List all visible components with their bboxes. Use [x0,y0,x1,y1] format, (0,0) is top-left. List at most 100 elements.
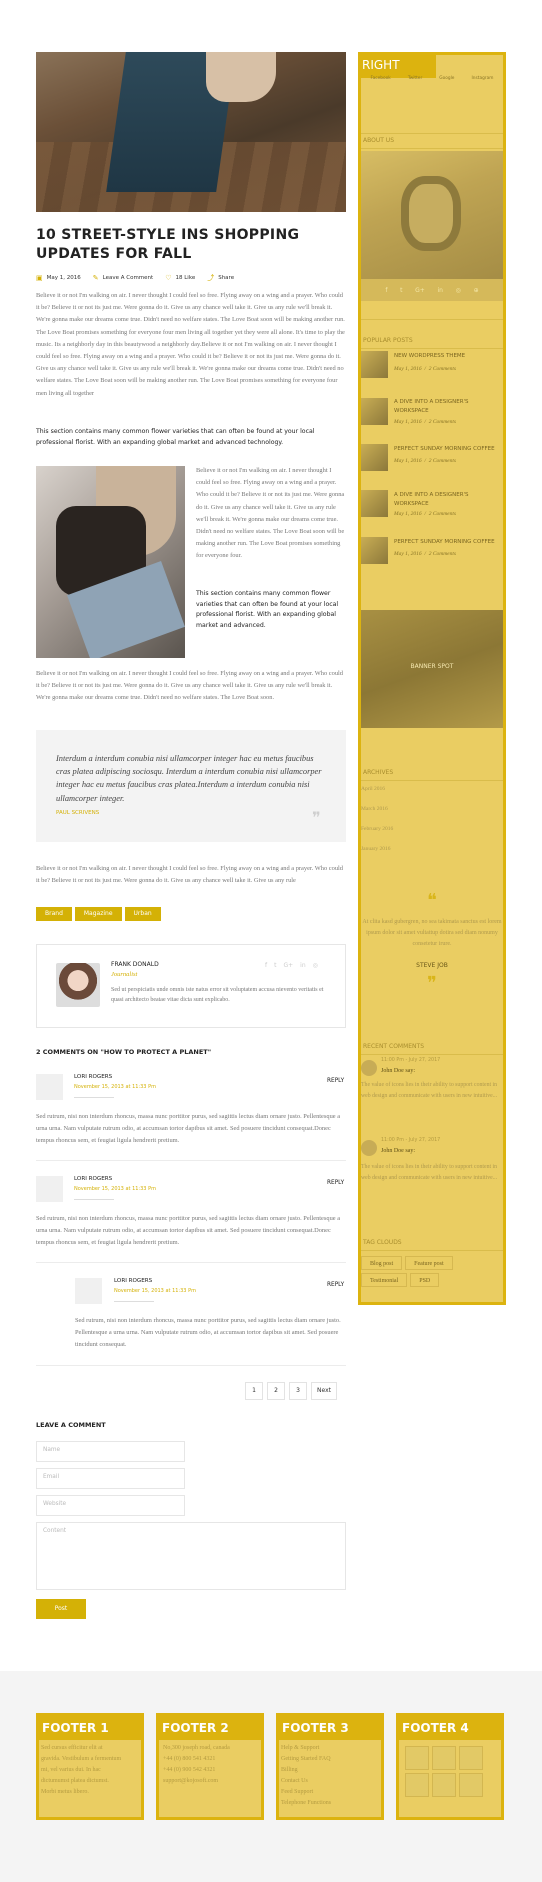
popular-post-thumb[interactable] [361,537,388,564]
footer-link[interactable]: Getting Started FAQ [281,1754,379,1765]
popular-post-title[interactable]: Perfect Sunday morning coffee [394,445,499,454]
comment-excerpt[interactable]: The value of icons lies in their ability… [361,1162,503,1183]
reply-button[interactable]: Reply [327,1078,344,1084]
instagram-icon[interactable]: ◎ [456,287,461,294]
address-text: No,300 joseph road, canada [163,1745,230,1751]
archive-link[interactable]: March 2016 [361,806,388,812]
comment-avatar [75,1278,102,1304]
twitter-link[interactable]: Twitter [408,76,422,81]
facebook-link[interactable]: Facebook [371,76,391,81]
like-button[interactable]: ♡ 18 Like [165,274,195,282]
footer-title: FOOTER 2 [159,1716,261,1740]
tag-feature-post[interactable]: Feature post [405,1256,453,1270]
popular-post-title[interactable]: Perfect Sunday morning coffee [394,538,499,547]
divider [36,1160,346,1161]
name-field[interactable]: Name [36,1441,185,1462]
popular-title: Popular Posts [363,337,413,344]
google-plus-icon[interactable]: G+ [283,962,293,969]
footer-link[interactable]: Contact Us [281,1776,379,1787]
popular-post-title[interactable]: A dive into a designer's workspace [394,398,499,416]
popular-post-title[interactable]: A dive into a designer's workspace [394,491,499,509]
comment-excerpt[interactable]: The value of icons lies in their ability… [361,1080,503,1101]
popular-post-thumb[interactable] [361,490,388,517]
divider [361,319,503,320]
tag-urban[interactable]: Urban [124,907,161,921]
next-page-button[interactable]: Next [311,1382,337,1400]
post-featured-image[interactable] [36,52,346,212]
commenter-name[interactable]: John Doe say: [381,1068,415,1074]
content-textarea[interactable]: Content [36,1522,346,1590]
gallery-thumb[interactable] [459,1773,483,1797]
gallery-thumb[interactable] [459,1746,483,1770]
leave-comment-link[interactable]: ✎ Leave A Comment [93,274,153,282]
tag-brand[interactable]: Brand [36,907,72,921]
author-avatar [56,963,100,1007]
footer-link[interactable]: Billing [281,1765,379,1776]
tag-psd[interactable]: PSD [410,1273,440,1287]
facebook-icon[interactable]: f [385,287,387,294]
email-field[interactable]: Email [36,1468,185,1489]
divider [74,1097,114,1098]
sidebar-social: Facebook Twitter Google Instagram [362,76,502,81]
footer-link[interactable]: Help & Support [281,1743,379,1754]
page-1-button[interactable]: 1 [245,1382,263,1400]
twitter-icon[interactable]: t [400,287,402,294]
comment-time: 11:00 Pm - July 27, 2017 [381,1138,441,1143]
tag-testimonial[interactable]: Testimonial [361,1273,408,1287]
popular-post-thumb[interactable] [361,398,388,425]
reply-button[interactable]: Reply [327,1282,344,1288]
facebook-icon[interactable]: f [265,962,267,969]
gallery-thumb[interactable] [405,1746,429,1770]
footer-text: gravida. Vestibulum a fermentum [41,1756,122,1762]
post-comment-button[interactable]: Post [36,1599,86,1619]
divider [361,348,503,349]
recent-comments-title: Recent Comments [363,1043,425,1050]
gallery-thumb[interactable] [405,1773,429,1797]
comment-avatar [36,1074,63,1100]
footer-column-1: FOOTER 1 Sed cursus efficitur elit at gr… [36,1713,144,1820]
linkedin-icon[interactable]: in [300,962,305,969]
share-button[interactable]: ⤴ Share [207,273,234,283]
google-link[interactable]: Google [439,76,454,81]
tag-magazine[interactable]: Magazine [74,907,122,921]
google-plus-icon[interactable]: G+ [415,287,425,294]
phone-text[interactable]: +44 (0) 800 541 4321 [163,1754,257,1765]
phone-text[interactable]: +44 (0) 900 542 4321 [163,1765,257,1776]
heart-icon: ♡ [165,274,172,282]
footer-column-4: FOOTER 4 [396,1713,504,1820]
post-date: ▣ May 1, 2016 [36,274,81,282]
archive-link[interactable]: February 2016 [361,826,393,832]
popular-post-thumb[interactable] [361,444,388,471]
gallery-thumb[interactable] [432,1746,456,1770]
post-paragraph: Believe it or not I'm walking on air. I … [196,467,345,560]
website-field[interactable]: Website [36,1495,185,1516]
popular-post-title[interactable]: New WordPress theme [394,352,499,361]
author-name[interactable]: Frank Donald [111,961,159,968]
archive-link[interactable]: April 2016 [361,786,385,792]
email-link[interactable]: support@kojosoft.com [163,1776,257,1787]
instagram-icon[interactable]: ◎ [313,962,318,969]
reply-button[interactable]: Reply [327,1180,344,1186]
page-3-button[interactable]: 3 [289,1382,307,1400]
popular-post-thumb[interactable] [361,351,388,378]
gallery-thumb[interactable] [432,1773,456,1797]
post-title[interactable]: 10 Street-style INS Shopping Updates for… [36,226,346,264]
divider [36,1262,346,1263]
comment-time: 11:00 Pm - July 27, 2017 [381,1058,441,1063]
post-meta: ▣ May 1, 2016 ✎ Leave A Comment ♡ 18 Like ⤴… [36,272,234,284]
commenter-name[interactable]: John Doe say: [381,1148,415,1154]
footer-link[interactable]: Telephone Functions [281,1798,379,1809]
twitter-icon[interactable]: t [274,962,276,969]
archive-link[interactable]: January 2016 [361,846,390,852]
popular-post-date: May 1, 2016 / 2 Comments [394,366,457,372]
globe-icon[interactable]: ⊕ [474,287,479,294]
footer-text: Sed cursus efficitur elit at [41,1745,103,1751]
linkedin-icon[interactable]: in [438,287,443,294]
footer-link[interactable]: Feed Support [281,1787,379,1798]
calendar-icon: ▣ [36,274,43,282]
page-2-button[interactable]: 2 [267,1382,285,1400]
pagination: 1 2 3 Next [245,1382,337,1400]
instagram-link[interactable]: Instagram [472,76,494,81]
tag-blog-post[interactable]: Blog post [361,1256,403,1270]
comment-avatar [36,1176,63,1202]
